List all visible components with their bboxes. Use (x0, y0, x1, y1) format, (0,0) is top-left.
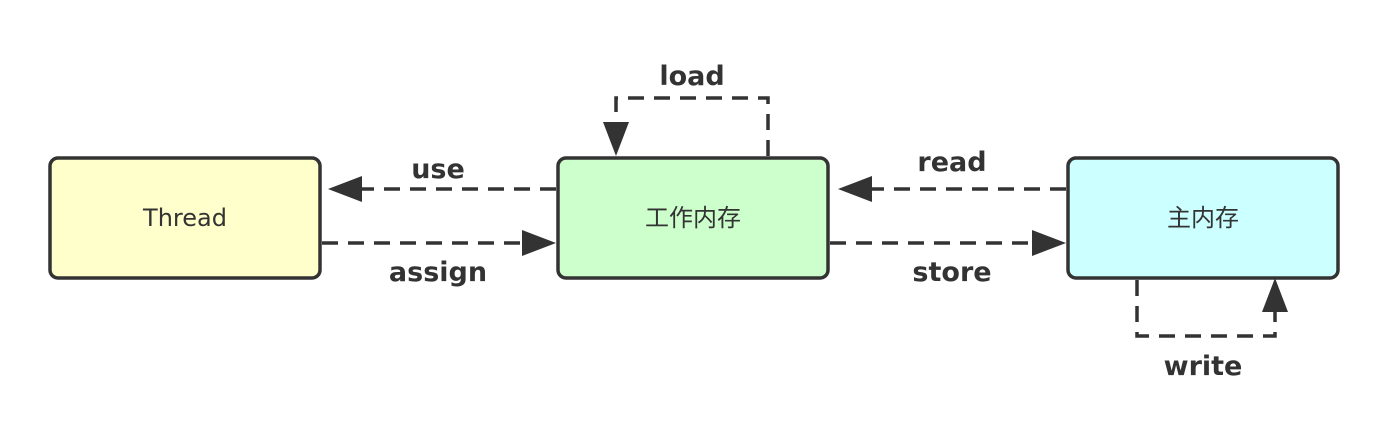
edge-load: load (603, 61, 770, 156)
load-line (614, 96, 770, 156)
main-memory-label: 主内存 (1167, 204, 1239, 232)
store-label: store (912, 257, 991, 288)
read-label: read (917, 147, 986, 178)
read-arrowhead (838, 176, 872, 202)
thread-label: Thread (142, 204, 227, 232)
assign-label: assign (389, 257, 487, 288)
node-main-memory[interactable]: 主内存 (1066, 156, 1340, 280)
use-label: use (411, 154, 465, 185)
load-label: load (659, 61, 724, 92)
edge-assign: assign (322, 230, 556, 288)
write-line (1135, 280, 1277, 338)
edge-store: store (830, 230, 1066, 288)
write-label: write (1164, 351, 1243, 382)
edge-use: use (328, 154, 556, 202)
edge-read: read (838, 147, 1066, 202)
use-arrowhead (328, 176, 362, 202)
memory-model-diagram: Thread 工作内存 主内存 use assign load read sto… (48, 61, 1340, 382)
store-arrowhead (1032, 230, 1066, 256)
working-memory-label: 工作内存 (645, 204, 741, 232)
assign-arrowhead (522, 230, 556, 256)
edge-write: write (1135, 278, 1288, 382)
node-thread[interactable]: Thread (48, 156, 322, 280)
write-arrowhead (1262, 278, 1288, 312)
node-working-memory[interactable]: 工作内存 (556, 156, 830, 280)
load-arrowhead (603, 122, 629, 156)
